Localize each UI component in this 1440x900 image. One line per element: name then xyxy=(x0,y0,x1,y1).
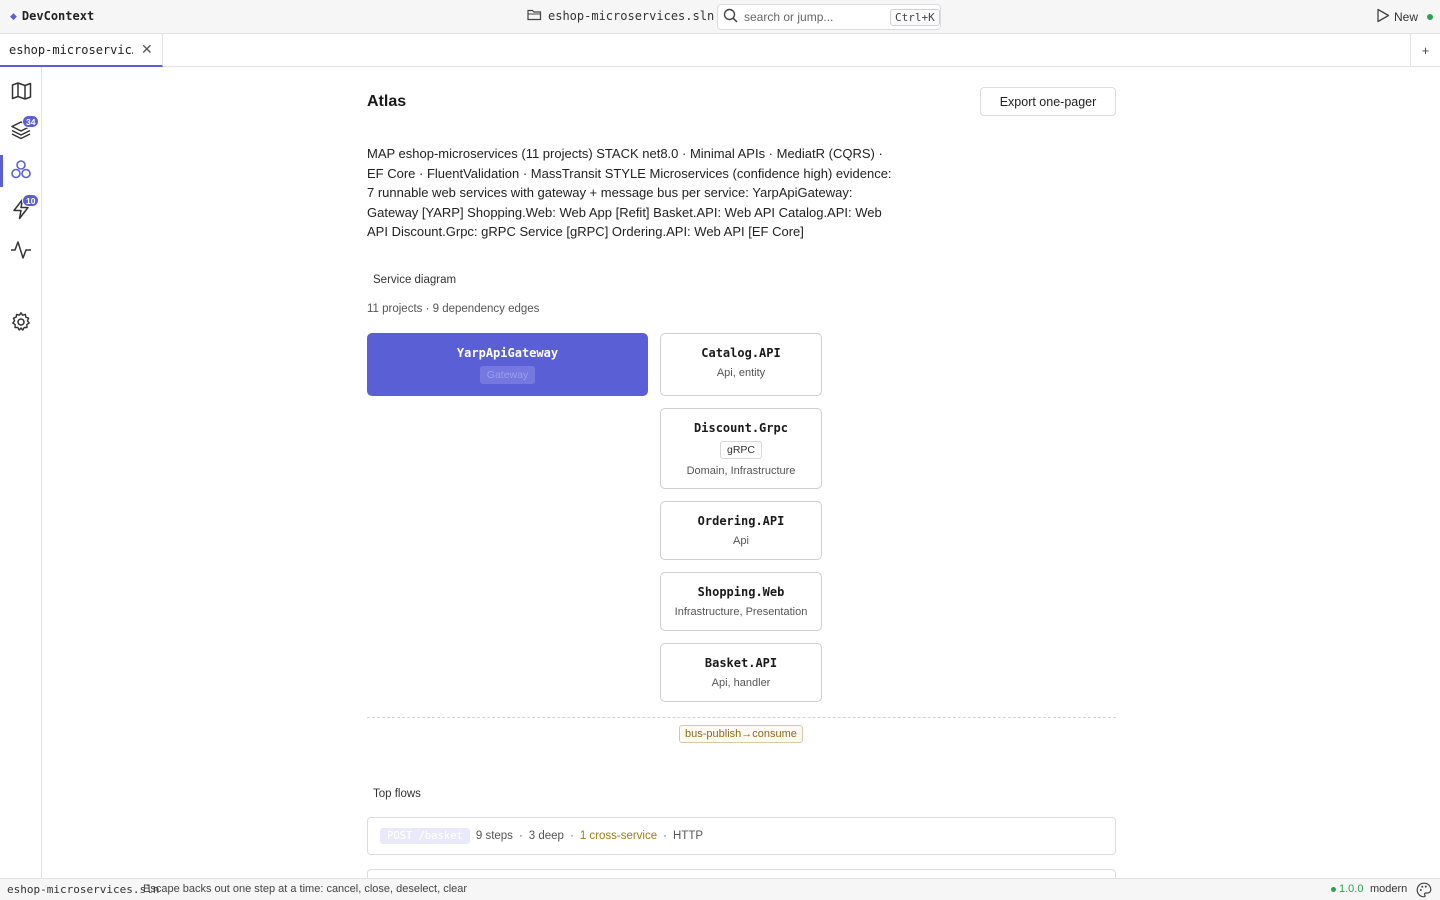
service-node-ordering[interactable]: Ordering.API Api xyxy=(660,501,822,560)
palette-icon[interactable] xyxy=(1416,882,1432,900)
rail-item-flows[interactable]: 10 xyxy=(0,192,42,228)
service-badge: Gateway xyxy=(479,366,536,384)
play-icon xyxy=(1376,8,1390,26)
service-name: Ordering.API xyxy=(697,514,785,528)
add-tab-button[interactable]: + xyxy=(1410,34,1440,67)
rail-item-settings[interactable] xyxy=(0,305,42,341)
activity-icon xyxy=(10,240,32,263)
new-label: New xyxy=(1394,10,1419,24)
separator: · xyxy=(518,830,523,842)
rail-item-map[interactable] xyxy=(0,74,42,110)
solution-picker[interactable]: eshop-microservices.sln xyxy=(527,8,730,24)
page-title: Atlas xyxy=(367,93,407,110)
status-version: 1.0.0 xyxy=(1331,883,1363,895)
app-brand[interactable]: ◆ DevContext xyxy=(10,9,94,23)
bus-edge-chip[interactable]: bus-publish→consume xyxy=(679,725,803,743)
folder-icon xyxy=(527,8,542,24)
service-diagram-heading: Service diagram xyxy=(373,274,457,286)
status-ok-dot xyxy=(1331,886,1336,892)
left-rail: 34 10 xyxy=(0,67,42,878)
flow-depth: 3 deep xyxy=(528,830,564,842)
close-icon[interactable]: ✕ xyxy=(141,41,153,58)
status-bar: eshop-microservices.sln Escape backs out… xyxy=(0,878,1440,900)
diamond-icon: ◆ xyxy=(10,10,17,21)
new-button[interactable]: New xyxy=(1376,8,1418,26)
diagram-meta: 11 projects · 9 dependency edges xyxy=(367,303,540,315)
service-tags: Api, entity xyxy=(716,367,766,379)
search-input[interactable] xyxy=(744,10,884,24)
message-bus-divider xyxy=(367,717,1116,718)
service-tags: Api xyxy=(733,535,749,547)
separator: · xyxy=(569,830,574,842)
service-name: Basket.API xyxy=(704,656,778,670)
search-icon xyxy=(723,8,738,26)
tab-label: eshop-microservic… xyxy=(9,42,133,57)
flow-row[interactable] xyxy=(367,869,1116,878)
search-box[interactable]: Ctrl+K xyxy=(717,4,941,30)
atlas-icon xyxy=(10,159,32,183)
service-badge: gRPC xyxy=(719,441,762,459)
solution-name: eshop-microservices.sln xyxy=(548,9,715,23)
top-bar: ◆ DevContext eshop-microservices.sln Ctr… xyxy=(0,0,1440,34)
service-node-gateway[interactable]: YarpApiGateway Gateway xyxy=(367,333,648,396)
service-tags: Domain, Infrastructure xyxy=(686,465,796,477)
flow-cross-service: 1 cross-service xyxy=(579,830,658,842)
tab-eshop-microservices[interactable]: eshop-microservic… ✕ xyxy=(0,34,163,67)
service-name: Discount.Grpc xyxy=(694,421,788,435)
service-node-basket[interactable]: Basket.API Api, handler xyxy=(660,643,822,702)
tab-strip: eshop-microservic… ✕ + xyxy=(0,34,1440,67)
service-name: YarpApiGateway xyxy=(456,346,559,360)
layers-badge: 34 xyxy=(22,115,40,128)
top-flows-heading: Top flows xyxy=(373,788,421,800)
export-one-pager-button[interactable]: Export one-pager xyxy=(980,87,1116,116)
service-name: Shopping.Web xyxy=(697,585,785,599)
connection-status-dot xyxy=(1427,14,1433,20)
flows-badge: 10 xyxy=(22,194,40,207)
rail-item-activity[interactable] xyxy=(0,233,42,269)
service-node-discount[interactable]: Discount.Grpc gRPC Domain, Infrastructur… xyxy=(660,408,822,489)
rail-item-layers[interactable]: 34 xyxy=(0,113,42,149)
architecture-summary: MAP eshop-microservices (11 projects) ST… xyxy=(367,146,892,240)
version-number: 1.0.0 xyxy=(1339,883,1364,895)
service-name: Catalog.API xyxy=(701,346,781,360)
atlas-view: Atlas Export one-pager MAP eshop-microse… xyxy=(42,67,1440,878)
status-theme[interactable]: modern xyxy=(1370,883,1407,895)
status-hint: Escape backs out one step at a time: can… xyxy=(143,883,468,895)
status-solution[interactable]: eshop-microservices.sln xyxy=(7,883,159,896)
flow-transport: HTTP xyxy=(672,830,704,842)
rail-item-atlas[interactable] xyxy=(0,153,42,189)
map-icon xyxy=(11,81,32,104)
separator: · xyxy=(663,830,667,842)
search-shortcut: Ctrl+K xyxy=(890,8,940,26)
service-tags: Infrastructure, Presentation xyxy=(674,606,808,618)
flow-row[interactable]: POST /basket 9 steps · 3 deep · 1 cross-… xyxy=(367,817,1116,855)
flow-endpoint-chip: POST /basket xyxy=(380,828,470,844)
plus-icon: + xyxy=(1421,43,1430,58)
service-tags: Api, handler xyxy=(711,677,771,689)
gear-icon xyxy=(10,311,32,336)
flow-endpoint: POST /basket xyxy=(387,830,463,842)
app-name: DevContext xyxy=(21,9,95,23)
flow-steps: 9 steps xyxy=(475,830,513,842)
service-node-shopping[interactable]: Shopping.Web Infrastructure, Presentatio… xyxy=(660,572,822,631)
service-node-catalog[interactable]: Catalog.API Api, entity xyxy=(660,333,822,396)
